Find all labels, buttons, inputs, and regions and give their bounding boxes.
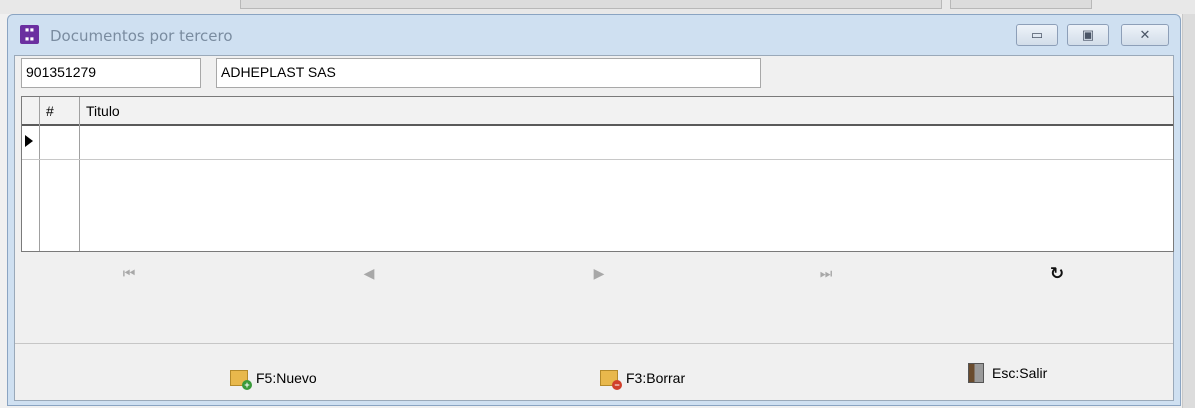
next-icon: ▶ <box>593 266 605 282</box>
grid-divider <box>79 97 80 251</box>
borrar-label: F3:Borrar <box>626 370 686 386</box>
exit-door-icon <box>968 363 984 383</box>
background-window-strip <box>0 0 1195 14</box>
background-window-controls <box>950 0 1092 9</box>
nuevo-button[interactable]: + F5:Nuevo <box>230 364 317 392</box>
borrar-button[interactable]: − F3:Borrar <box>600 364 685 392</box>
column-header-number[interactable]: # <box>46 103 54 119</box>
last-record-button[interactable]: ⏭ <box>814 264 838 284</box>
divider <box>15 343 1173 344</box>
minimize-icon: ▭ <box>1030 27 1044 42</box>
salir-button[interactable]: Esc:Salir <box>968 359 1047 387</box>
maximize-button[interactable]: ▣ <box>1067 24 1109 46</box>
documents-grid[interactable]: # Titulo <box>21 96 1174 252</box>
first-icon: ⏮ <box>122 266 136 282</box>
background-window-edge <box>240 0 942 9</box>
next-record-button[interactable]: ▶ <box>587 264 611 284</box>
name-field[interactable]: ADHEPLAST SAS <box>216 58 761 88</box>
window-client-area: 901351279 ADHEPLAST SAS # Titulo ⏮ ◀ ▶ ⏭… <box>14 55 1174 401</box>
nuevo-label: F5:Nuevo <box>256 370 317 386</box>
app-logo-icon[interactable]: ▪▪ ▪▪ <box>20 25 39 44</box>
refresh-button[interactable]: ↻ <box>1045 264 1069 284</box>
prior-record-button[interactable]: ◀ <box>357 264 381 284</box>
delete-document-icon: − <box>600 370 622 390</box>
close-icon: ✕ <box>1139 27 1151 42</box>
background-window-right <box>1182 14 1195 408</box>
new-document-icon: + <box>230 370 252 390</box>
nit-field[interactable]: 901351279 <box>21 58 201 88</box>
grid-divider <box>39 97 40 251</box>
maximize-icon: ▣ <box>1081 27 1095 42</box>
table-row[interactable] <box>22 159 1173 160</box>
close-button[interactable]: ✕ <box>1121 24 1169 46</box>
salir-label: Esc:Salir <box>992 365 1048 381</box>
last-icon: ⏭ <box>819 266 833 282</box>
grid-header: # Titulo <box>22 97 1173 126</box>
db-navigator: ⏮ ◀ ▶ ⏭ ↻ <box>21 256 1174 296</box>
window-title: Documentos por tercero <box>50 27 233 45</box>
prior-icon: ◀ <box>363 266 375 282</box>
first-record-button[interactable]: ⏮ <box>117 264 141 284</box>
minimize-button[interactable]: ▭ <box>1016 24 1058 46</box>
refresh-icon: ↻ <box>1049 264 1065 284</box>
row-indicator-icon <box>25 135 33 147</box>
documentos-window: ▪▪ ▪▪ Documentos por tercero ▭ ▣ ✕ 901351… <box>7 14 1181 406</box>
column-header-titulo[interactable]: Titulo <box>86 103 120 119</box>
title-bar[interactable]: ▪▪ ▪▪ Documentos por tercero ▭ ▣ ✕ <box>8 15 1180 55</box>
